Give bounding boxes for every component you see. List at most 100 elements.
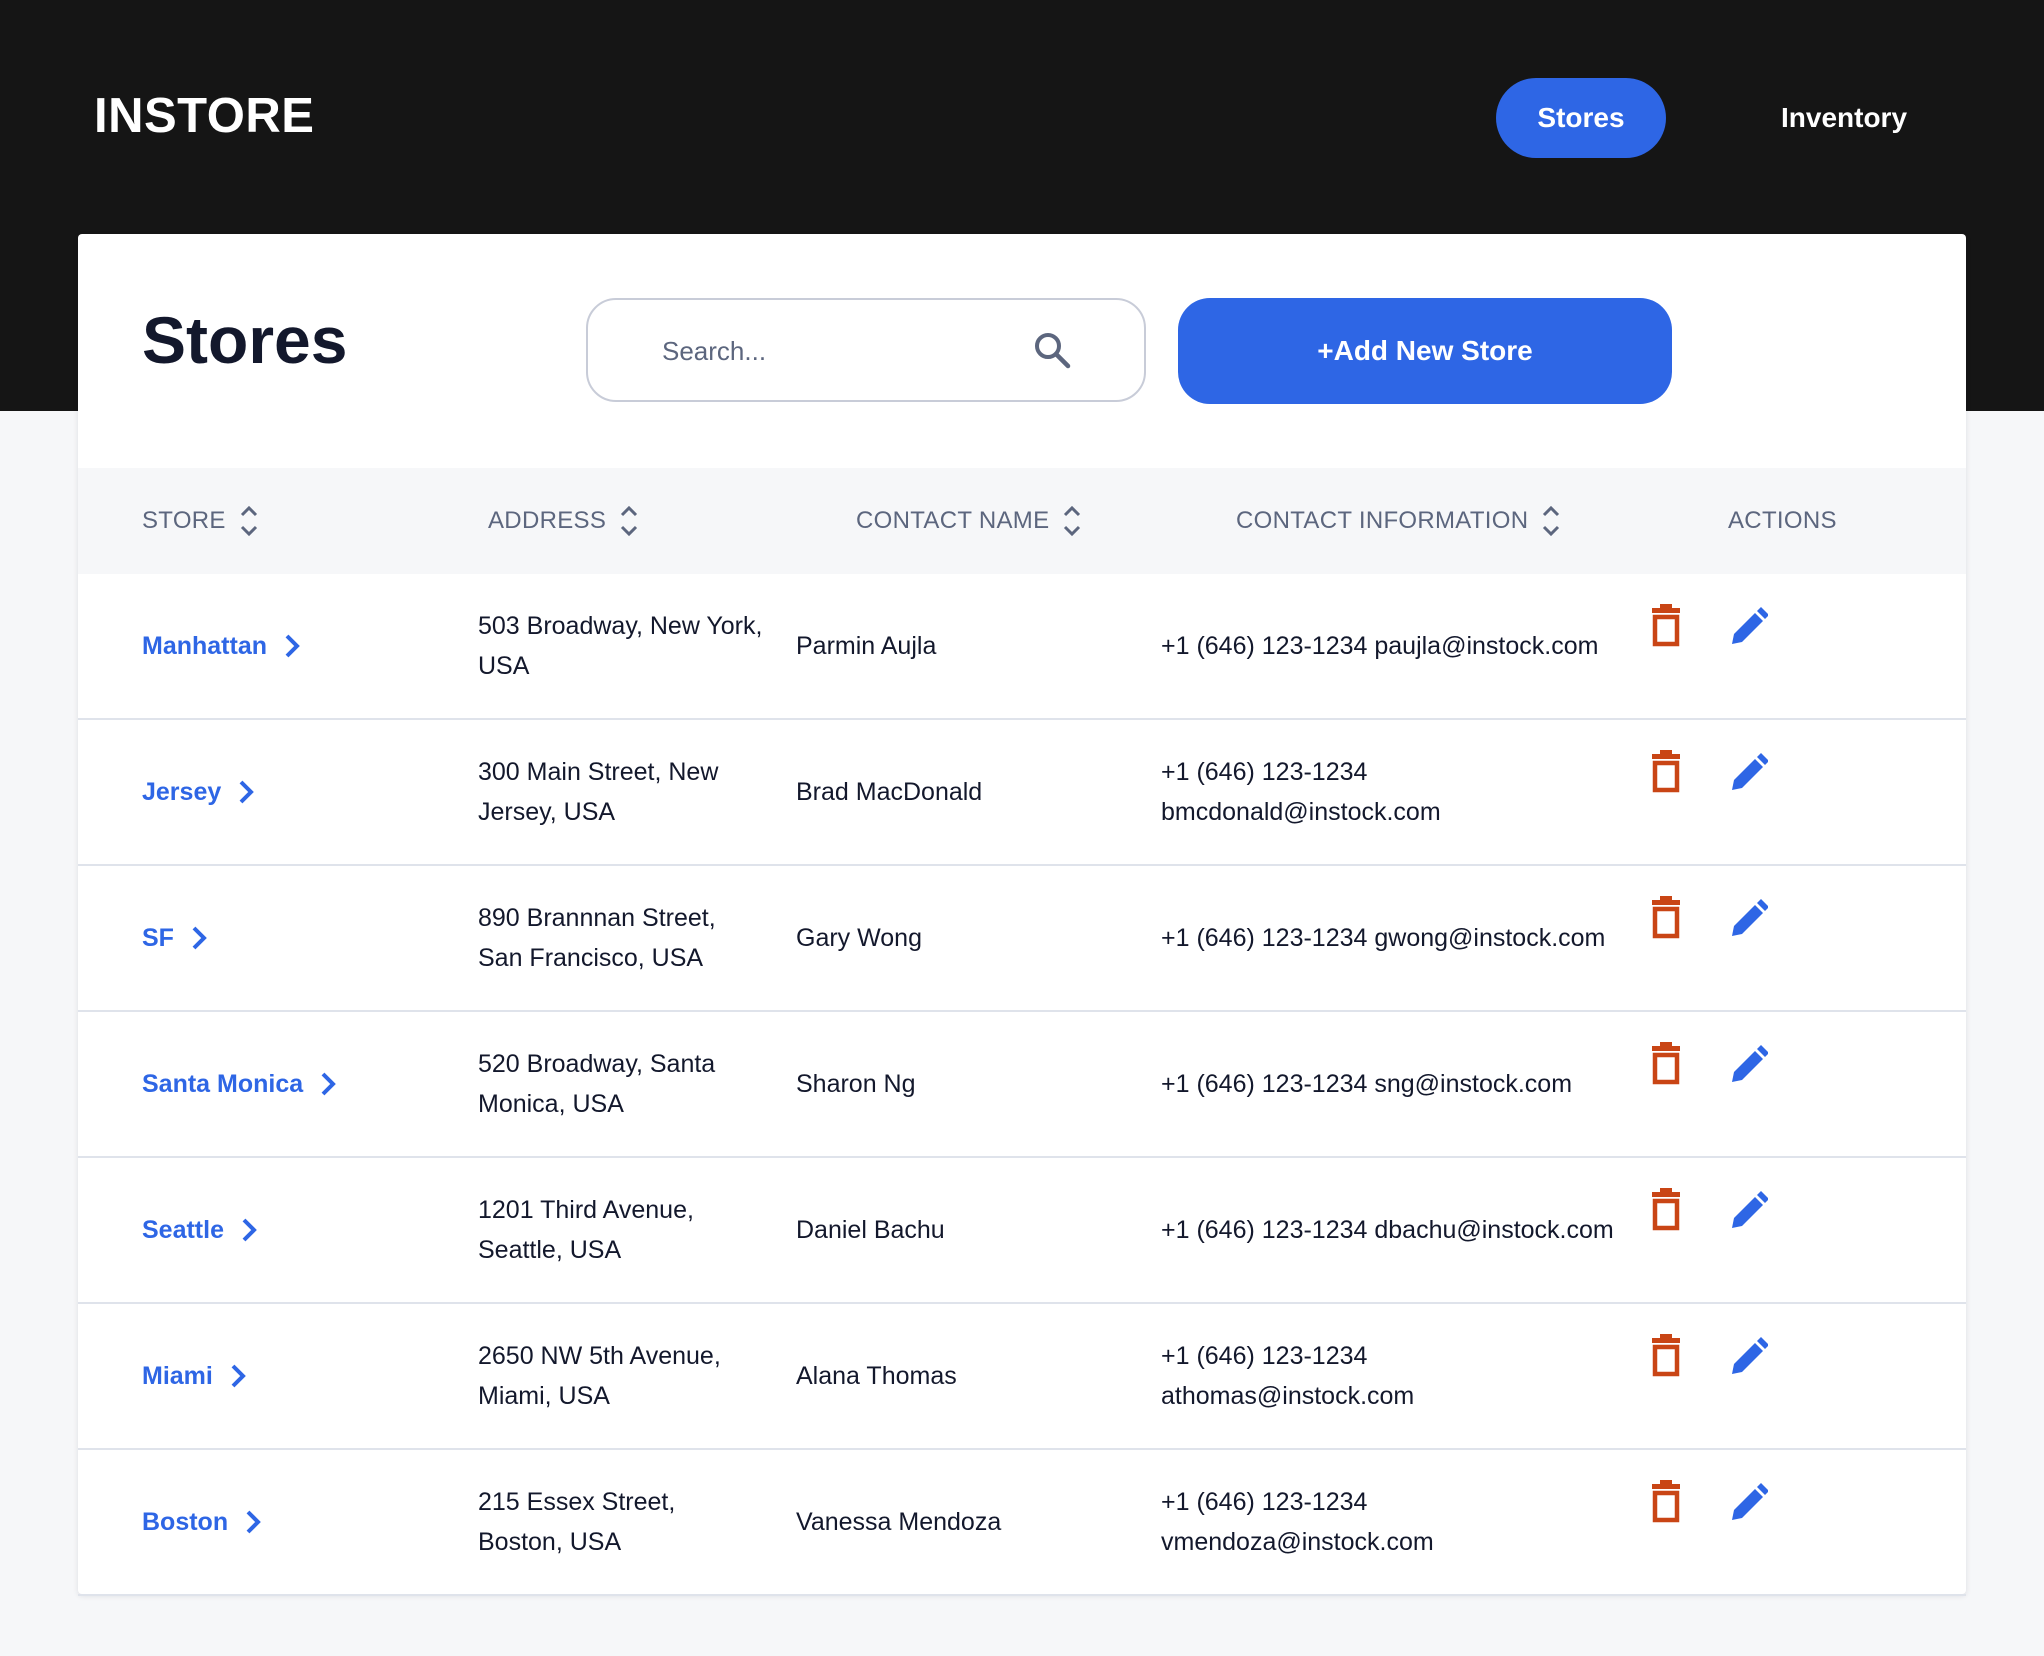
pencil-icon[interactable] bbox=[1728, 750, 1769, 794]
table-row: Santa Monica 520 Broadway, Santa Monica, U… bbox=[78, 1012, 1966, 1158]
address-line-1: 215 Essex Street, bbox=[478, 1488, 676, 1516]
header-contact-name-label: CONTACT NAME bbox=[856, 507, 1050, 534]
chevron-right-icon[interactable] bbox=[283, 633, 301, 659]
pencil-icon[interactable] bbox=[1728, 1334, 1769, 1378]
nav-stores-button[interactable]: Stores bbox=[1496, 78, 1666, 158]
contact-phone: +1 (646) 123-1234 dbachu@instock.com bbox=[1161, 1216, 1614, 1244]
contact-phone: +1 (646) 123-1234 bbox=[1161, 758, 1368, 786]
contact-email: athomas@instock.com bbox=[1161, 1382, 1415, 1410]
pencil-icon[interactable] bbox=[1728, 896, 1769, 940]
contact-name: Brad MacDonald bbox=[796, 778, 983, 806]
chevron-right-icon[interactable] bbox=[190, 925, 208, 951]
header-store-label: STORE bbox=[142, 507, 226, 534]
header-contact-info-label: CONTACT INFORMATION bbox=[1236, 507, 1529, 534]
contact-name: Daniel Bachu bbox=[796, 1216, 945, 1244]
store-name[interactable]: Miami bbox=[142, 1356, 213, 1396]
contact-info-cell: +1 (646) 123-1234 bmcdonald@instock.com bbox=[1161, 720, 1721, 864]
trash-icon[interactable] bbox=[1646, 1334, 1686, 1378]
address-line-2: Miami, USA bbox=[478, 1382, 610, 1410]
store-link[interactable]: Jersey bbox=[142, 772, 255, 812]
search-box[interactable] bbox=[586, 298, 1146, 402]
store-link[interactable]: Miami bbox=[142, 1356, 247, 1396]
add-new-store-button[interactable]: +Add New Store bbox=[1178, 298, 1672, 404]
contact-email: vmendoza@instock.com bbox=[1161, 1528, 1434, 1556]
contact-phone: +1 (646) 123-1234 bbox=[1161, 1488, 1368, 1516]
header-actions: ACTIONS bbox=[1728, 468, 1837, 574]
contact-name-cell: Daniel Bachu bbox=[796, 1158, 1176, 1302]
contact-info-cell: +1 (646) 123-1234 dbachu@instock.com bbox=[1161, 1158, 1721, 1302]
pencil-icon[interactable] bbox=[1728, 1042, 1769, 1086]
contact-name: Sharon Ng bbox=[796, 1070, 916, 1098]
search-icon[interactable] bbox=[1032, 330, 1072, 370]
trash-icon[interactable] bbox=[1646, 1480, 1686, 1524]
store-link[interactable]: Boston bbox=[142, 1502, 262, 1542]
address-line-1: 300 Main Street, New bbox=[478, 758, 719, 786]
store-link[interactable]: SF bbox=[142, 918, 208, 958]
contact-name: Parmin Aujla bbox=[796, 632, 937, 660]
trash-icon[interactable] bbox=[1646, 750, 1686, 794]
trash-icon[interactable] bbox=[1646, 896, 1686, 940]
store-cell: Miami bbox=[142, 1304, 247, 1448]
contact-info-cell: +1 (646) 123-1234 sng@instock.com bbox=[1161, 1012, 1721, 1156]
pencil-icon[interactable] bbox=[1728, 1188, 1769, 1232]
sort-icon[interactable] bbox=[1540, 501, 1562, 541]
store-name[interactable]: Manhattan bbox=[142, 626, 267, 666]
trash-icon[interactable] bbox=[1646, 1188, 1686, 1232]
contact-name: Vanessa Mendoza bbox=[796, 1508, 1002, 1536]
address-line-1: 503 Broadway, New York, bbox=[478, 612, 763, 640]
chevron-right-icon[interactable] bbox=[237, 779, 255, 805]
address-line-1: 1201 Third Avenue, bbox=[478, 1196, 694, 1224]
table-row: SF 890 Brannnan Street, San Francisco, USA… bbox=[78, 866, 1966, 1012]
header-contact-name[interactable]: CONTACT NAME bbox=[856, 468, 1083, 574]
store-cell: Jersey bbox=[142, 720, 255, 864]
table-row: Jersey 300 Main Street, New Jersey, USA Bra… bbox=[78, 720, 1966, 866]
store-name[interactable]: Jersey bbox=[142, 772, 221, 812]
table-row: Miami 2650 NW 5th Avenue, Miami, USA Alana … bbox=[78, 1304, 1966, 1450]
search-input[interactable] bbox=[662, 328, 1022, 374]
store-name[interactable]: Santa Monica bbox=[142, 1064, 303, 1104]
chevron-right-icon[interactable] bbox=[240, 1217, 258, 1243]
address-line-2: Monica, USA bbox=[478, 1090, 624, 1118]
chevron-right-icon[interactable] bbox=[319, 1071, 337, 1097]
store-name[interactable]: SF bbox=[142, 918, 174, 958]
address-line-1: 2650 NW 5th Avenue, bbox=[478, 1342, 721, 1370]
contact-name: Alana Thomas bbox=[796, 1362, 957, 1390]
table-row: Boston 215 Essex Street, Boston, USA Vaness… bbox=[78, 1450, 1966, 1596]
sort-icon[interactable] bbox=[618, 501, 640, 541]
chevron-right-icon[interactable] bbox=[244, 1509, 262, 1535]
brand-logo[interactable]: INSTORE bbox=[94, 88, 314, 144]
sort-icon[interactable] bbox=[1061, 501, 1083, 541]
address-line-2: Boston, USA bbox=[478, 1528, 622, 1556]
contact-name-cell: Sharon Ng bbox=[796, 1012, 1176, 1156]
store-name[interactable]: Boston bbox=[142, 1502, 228, 1542]
address-line-1: 520 Broadway, Santa bbox=[478, 1050, 716, 1078]
contact-name-cell: Vanessa Mendoza bbox=[796, 1450, 1176, 1594]
sort-icon[interactable] bbox=[238, 501, 260, 541]
contact-email: bmcdonald@instock.com bbox=[1161, 798, 1441, 826]
nav-inventory-link[interactable]: Inventory bbox=[1764, 78, 1924, 158]
chevron-right-icon[interactable] bbox=[229, 1363, 247, 1389]
contact-name-cell: Gary Wong bbox=[796, 866, 1176, 1010]
contact-name-cell: Parmin Aujla bbox=[796, 574, 1176, 718]
store-name[interactable]: Seattle bbox=[142, 1210, 224, 1250]
contact-info-cell: +1 (646) 123-1234 gwong@instock.com bbox=[1161, 866, 1721, 1010]
contact-name-cell: Brad MacDonald bbox=[796, 720, 1176, 864]
pencil-icon[interactable] bbox=[1728, 604, 1769, 648]
trash-icon[interactable] bbox=[1646, 1042, 1686, 1086]
store-cell: Boston bbox=[142, 1450, 262, 1594]
store-link[interactable]: Seattle bbox=[142, 1210, 258, 1250]
store-link[interactable]: Santa Monica bbox=[142, 1064, 337, 1104]
header-address[interactable]: ADDRESS bbox=[488, 468, 640, 574]
contact-name: Gary Wong bbox=[796, 924, 922, 952]
header-contact-info[interactable]: CONTACT INFORMATION bbox=[1236, 468, 1562, 574]
address-line-2: San Francisco, USA bbox=[478, 944, 704, 972]
trash-icon[interactable] bbox=[1646, 604, 1686, 648]
header-store[interactable]: STORE bbox=[142, 468, 260, 574]
contact-name-cell: Alana Thomas bbox=[796, 1304, 1176, 1448]
contact-phone: +1 (646) 123-1234 paujla@instock.com bbox=[1161, 632, 1599, 660]
header-address-label: ADDRESS bbox=[488, 507, 607, 534]
store-cell: SF bbox=[142, 866, 208, 1010]
store-link[interactable]: Manhattan bbox=[142, 626, 301, 666]
contact-info-cell: +1 (646) 123-1234 vmendoza@instock.com bbox=[1161, 1450, 1721, 1594]
pencil-icon[interactable] bbox=[1728, 1480, 1769, 1524]
